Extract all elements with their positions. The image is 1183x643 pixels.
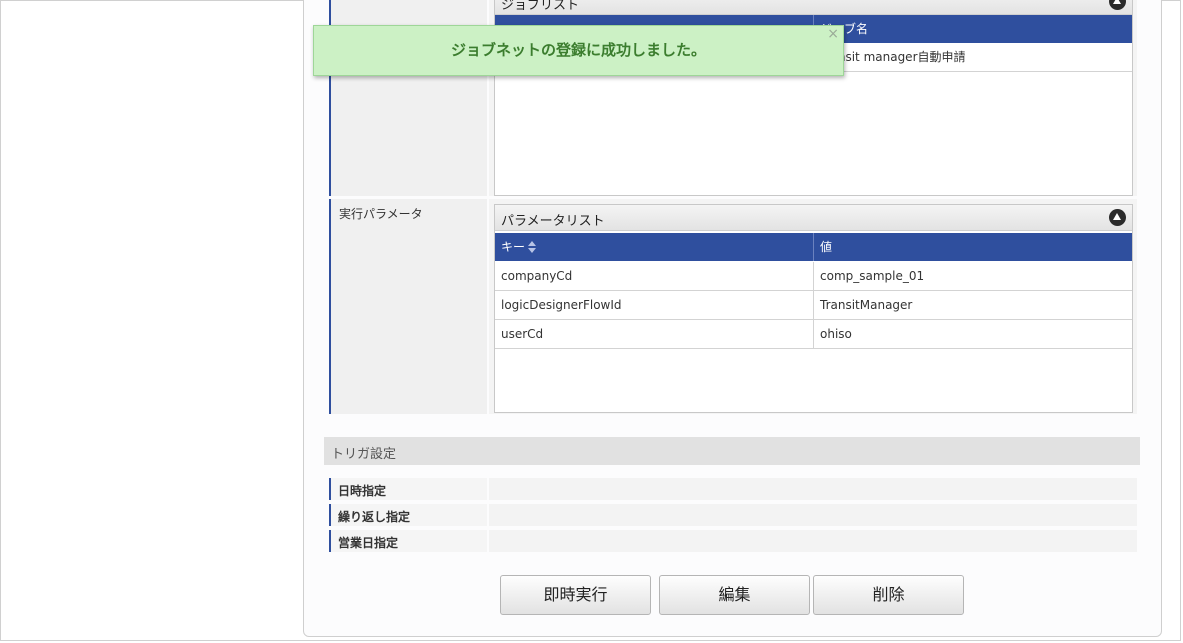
param-value-cell: comp_sample_01 [813, 262, 1132, 290]
trigger-label: 繰り返し指定 [329, 504, 487, 526]
param-list-panel: パラメータリスト キー 値 companyCd comp_sample_01 l… [494, 204, 1133, 413]
close-icon[interactable]: × [827, 10, 839, 58]
job-name-cell: Transit manager自動申請 [813, 43, 1132, 71]
param-grid-header: キー 値 [495, 233, 1132, 261]
table-row[interactable]: logicDesignerFlowId TransitManager [495, 291, 1132, 320]
success-toast: ジョブネットの登録に成功しました。 × [313, 25, 844, 76]
toast-message: ジョブネットの登録に成功しました。 [450, 41, 706, 59]
param-value-cell: TransitManager [813, 291, 1132, 319]
param-list-panel-title: パラメータリスト [495, 205, 1132, 231]
param-list-title-text: パラメータリスト [501, 214, 605, 229]
table-row[interactable]: companyCd comp_sample_01 [495, 262, 1132, 291]
param-key-cell: logicDesignerFlowId [501, 298, 622, 312]
job-list-title-text: ジョブリスト [501, 0, 580, 13]
exec-params-label: 実行パラメータ [329, 199, 487, 414]
run-now-button[interactable]: 即時実行 [500, 575, 651, 615]
job-list-col-job-name[interactable]: ジョブ名 [813, 15, 1132, 43]
delete-button[interactable]: 削除 [813, 575, 964, 615]
collapse-icon[interactable] [1109, 0, 1126, 10]
trigger-section-header: トリガ設定 [324, 437, 1140, 465]
trigger-value [489, 530, 1137, 552]
param-value-cell: ohiso [813, 320, 1132, 348]
param-key-cell: companyCd [501, 269, 573, 283]
param-key-cell: userCd [501, 327, 544, 341]
edit-button[interactable]: 編集 [659, 575, 810, 615]
collapse-icon[interactable] [1109, 209, 1126, 226]
param-col-key[interactable]: キー [495, 233, 813, 261]
param-col-value[interactable]: 値 [813, 233, 1132, 261]
job-list-panel-title: ジョブリスト [495, 0, 1132, 15]
trigger-label: 日時指定 [329, 478, 487, 500]
trigger-value [489, 478, 1137, 500]
trigger-value [489, 504, 1137, 526]
sort-icon[interactable] [528, 240, 537, 255]
trigger-label: 営業日指定 [329, 530, 487, 552]
table-row[interactable]: userCd ohiso [495, 320, 1132, 349]
